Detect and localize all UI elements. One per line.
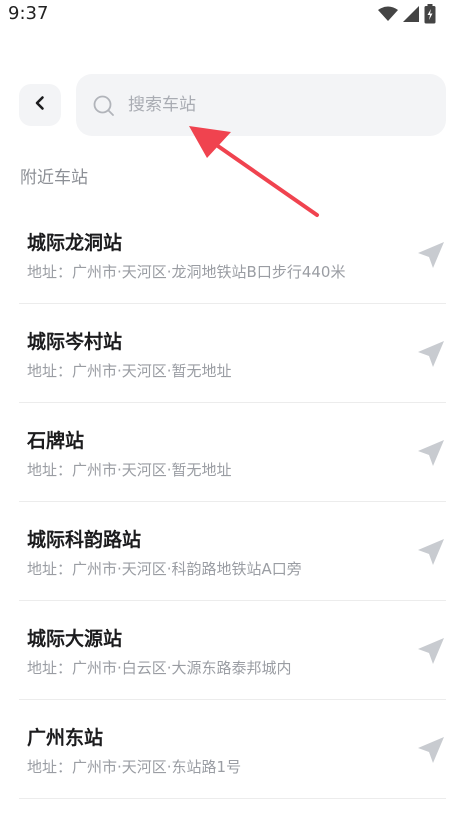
back-button[interactable] [19, 84, 61, 126]
station-address: 地址：广州市·天河区·暂无地址 [27, 461, 232, 479]
search-icon [92, 94, 116, 118]
screen: 9:37 搜索车站 附近车站 城际龙洞站 地址：广州市·天河区·龙洞地铁站B口步… [0, 0, 462, 825]
navigate-icon[interactable] [416, 636, 446, 666]
search-input-placeholder[interactable]: 搜索车站 [128, 94, 196, 116]
station-address: 地址：广州市·天河区·东站路1号 [27, 758, 242, 776]
station-address: 地址：广州市·天河区·龙洞地铁站B口步行440米 [27, 263, 346, 281]
station-item[interactable]: 城际大源站 地址：广州市·白云区·大源东路泰邦城内 [19, 601, 446, 700]
station-item[interactable]: 城际科韵路站 地址：广州市·天河区·科韵路地铁站A口旁 [19, 502, 446, 601]
station-address: 地址：广州市·天河区·科韵路地铁站A口旁 [27, 560, 302, 578]
navigate-icon[interactable] [416, 240, 446, 270]
station-address: 地址：广州市·天河区·暂无地址 [27, 362, 232, 380]
station-name: 广州东站 [27, 727, 104, 749]
status-icons [378, 4, 436, 24]
status-bar: 9:37 [0, 0, 462, 30]
station-item[interactable]: 石牌站 地址：广州市·天河区·暂无地址 [19, 403, 446, 502]
station-address: 地址：广州市·白云区·大源东路泰邦城内 [27, 659, 292, 677]
status-time: 9:37 [8, 3, 49, 24]
navigate-icon[interactable] [416, 438, 446, 468]
station-list: 城际龙洞站 地址：广州市·天河区·龙洞地铁站B口步行440米 城际岑村站 地址：… [19, 205, 446, 799]
signal-icon [402, 5, 420, 23]
station-name: 城际大源站 [27, 628, 123, 650]
section-title-nearby: 附近车站 [20, 168, 88, 188]
navigate-icon[interactable] [416, 339, 446, 369]
battery-charging-icon [424, 4, 436, 24]
station-item[interactable]: 广州东站 地址：广州市·天河区·东站路1号 [19, 700, 446, 799]
station-item[interactable]: 城际岑村站 地址：广州市·天河区·暂无地址 [19, 304, 446, 403]
chevron-left-icon [33, 95, 47, 115]
station-name: 城际龙洞站 [27, 232, 123, 254]
navigate-icon[interactable] [416, 537, 446, 567]
station-name: 城际科韵路站 [27, 529, 142, 551]
station-item[interactable]: 城际龙洞站 地址：广州市·天河区·龙洞地铁站B口步行440米 [19, 205, 446, 304]
navigate-icon[interactable] [416, 735, 446, 765]
wifi-icon [378, 6, 398, 22]
station-name: 石牌站 [27, 430, 85, 452]
station-name: 城际岑村站 [27, 331, 123, 353]
